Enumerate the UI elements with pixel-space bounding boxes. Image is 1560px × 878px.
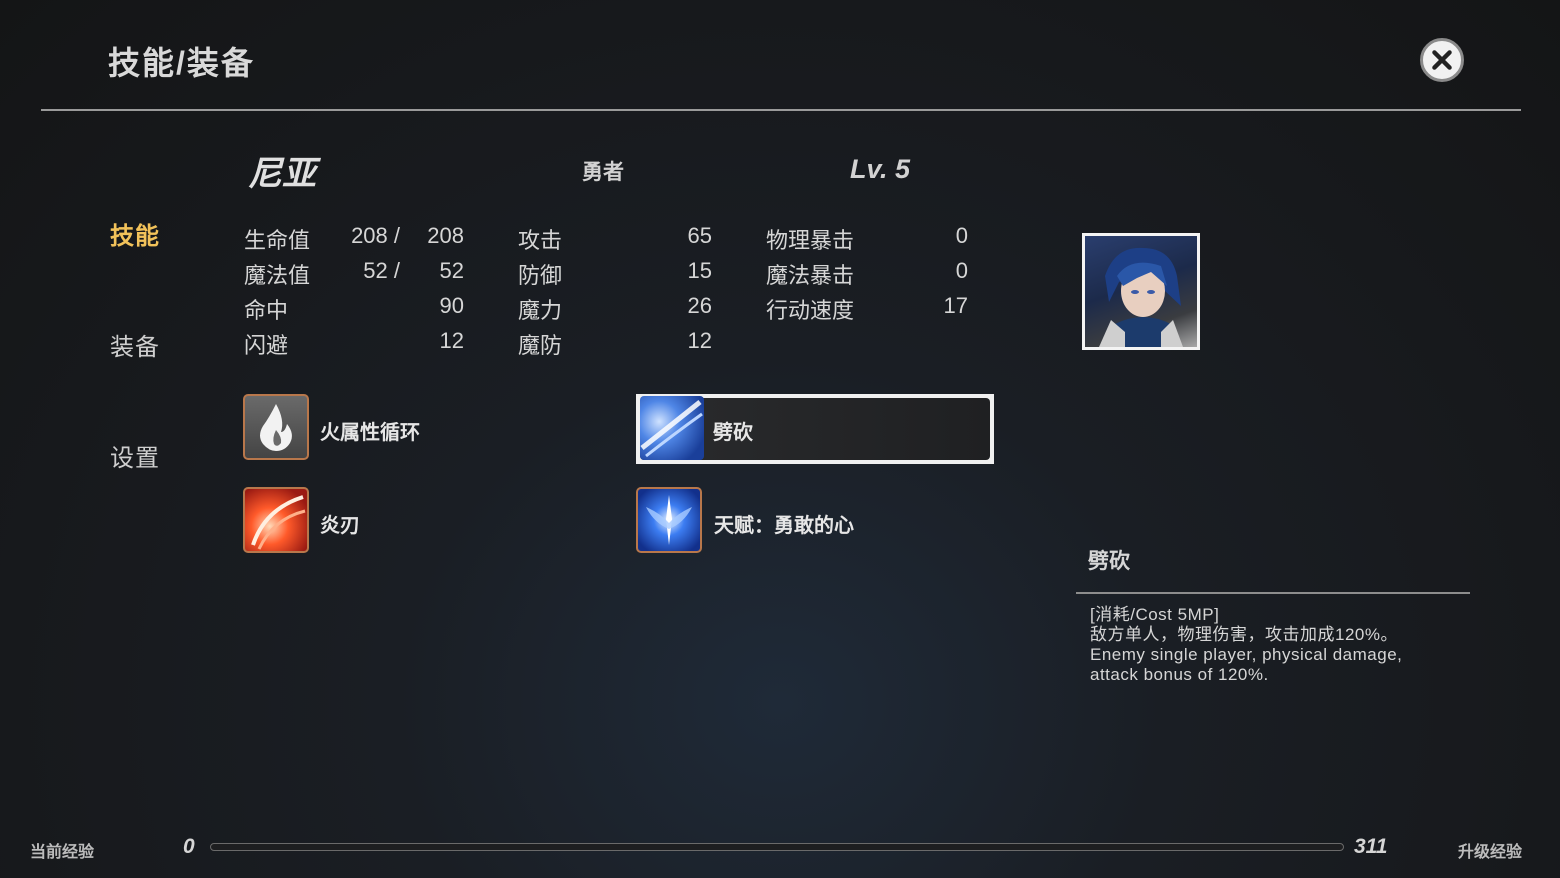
skill-name-brave-heart: 天赋：勇敢的心	[714, 515, 854, 537]
stat-speed-label: 行动速度	[766, 298, 855, 323]
skill-item-slash-selected[interactable]: 劈砍	[636, 394, 994, 464]
stat-defense-label: 防御	[518, 263, 563, 288]
brave-heart-icon	[636, 487, 702, 553]
stat-phys-crit-value: 0	[955, 223, 968, 248]
exp-next-label: 升级经验	[1458, 844, 1523, 861]
stat-mp-current: 52 /	[363, 258, 400, 283]
exp-current-label: 当前经验	[30, 844, 95, 861]
exp-next-value: 311	[1354, 835, 1388, 858]
stat-defense-value: 15	[687, 258, 712, 283]
character-name: 尼亚	[248, 155, 316, 193]
skill-item-flame-blade[interactable]	[243, 487, 309, 553]
stat-attack-label: 攻击	[518, 228, 563, 253]
stat-magic-crit-label: 魔法暴击	[766, 263, 855, 288]
stat-mp-label: 魔法值	[244, 263, 311, 288]
close-button[interactable]	[1420, 38, 1464, 82]
stat-phys-crit-label: 物理暴击	[766, 228, 855, 253]
character-class: 勇者	[582, 161, 624, 184]
skill-item-brave-heart[interactable]	[636, 487, 702, 553]
stat-speed-value: 17	[943, 293, 968, 318]
stat-hp-current: 208 /	[351, 223, 400, 248]
nav-tab-settings[interactable]: 设置	[110, 438, 160, 473]
skill-description-text: [消耗/Cost 5MP] 敌方单人，物理伤害，攻击加成120%。 Enemy …	[1090, 605, 1403, 684]
skill-name-slash: 劈砍	[713, 422, 753, 444]
character-level: Lv. 5	[850, 154, 911, 184]
stat-mp-max: 52	[439, 258, 464, 283]
stat-hp-max: 208	[427, 223, 464, 248]
flame-blade-icon	[243, 487, 309, 553]
stat-attack-value: 65	[687, 223, 712, 248]
exp-progress-bar	[210, 843, 1344, 851]
stat-hp-label: 生命值	[244, 228, 311, 253]
nav-tab-equipment[interactable]: 装备	[110, 327, 160, 362]
skill-item-fire-cycle[interactable]	[243, 394, 309, 460]
page-title: 技能/装备	[108, 45, 255, 81]
skill-description-title: 劈砍	[1088, 550, 1130, 573]
stat-evasion-value: 12	[439, 328, 464, 353]
nav-tab-skills[interactable]: 技能	[110, 216, 160, 251]
skill-name-fire-cycle: 火属性循环	[320, 422, 420, 444]
fire-icon	[243, 394, 309, 460]
slash-icon	[640, 396, 704, 460]
exp-current-value: 0	[183, 835, 195, 858]
character-portrait	[1082, 233, 1200, 350]
description-divider	[1076, 592, 1470, 594]
stat-evasion-label: 闪避	[244, 333, 289, 358]
stat-magic-crit-value: 0	[955, 258, 968, 283]
stat-magic-label: 魔力	[518, 298, 563, 323]
hero-avatar-icon	[1099, 247, 1183, 347]
stat-magic-defense-label: 魔防	[518, 333, 563, 358]
stat-hit-label: 命中	[244, 298, 289, 323]
close-icon	[1432, 50, 1452, 70]
header-divider	[41, 109, 1521, 111]
stat-magic-defense-value: 12	[687, 328, 712, 353]
stat-magic-value: 26	[687, 293, 712, 318]
skill-name-flame-blade: 炎刃	[320, 515, 360, 537]
stat-hit-value: 90	[439, 293, 464, 318]
